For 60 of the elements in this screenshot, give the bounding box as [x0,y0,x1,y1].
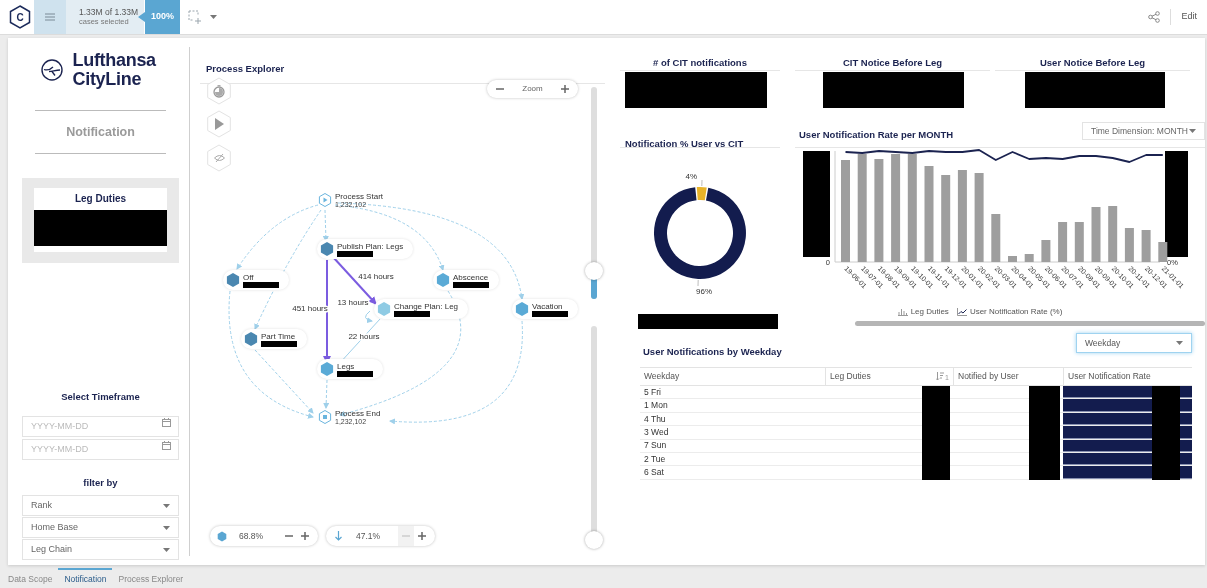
table-cell: 2 Tue [644,452,666,466]
brand-name: Lufthansa CityLine [72,51,157,89]
date-field[interactable]: YYYY-MM-DD [22,415,179,437]
table-cell: 7 Sun [644,439,667,453]
legend-label: Leg Duties [910,306,949,318]
process-node[interactable]: Vacation [512,299,578,319]
control-reading: 68.8% [239,529,264,543]
panel-title: User Notifications by Weekday [643,344,782,359]
table-cell: 3 Wed [644,426,669,439]
kpi-title: User Notice Before Leg [1039,57,1146,68]
node-label: Off [243,272,255,282]
page-heading: Notification [65,124,136,141]
app-logo[interactable]: C [9,5,31,29]
section-title: Select Timeframe [60,390,141,404]
filter-dropdown[interactable]: Rank [22,495,179,516]
column-header[interactable]: Weekday [644,370,680,383]
process-node[interactable]: Change Plan: Leg [374,299,469,319]
node-label: Legs [337,361,356,371]
filter-dropdown[interactable]: Leg Chain [22,539,179,560]
edge-label: 414 hours [358,272,394,281]
kpi-title: # of CIT notifications [653,57,747,68]
node-label: Part Time [261,331,297,341]
node-label: Abscence [453,272,489,282]
selection-count: 1.33M of 1.33M [79,7,140,17]
panel-title: Process Explorer [206,63,285,74]
card-title: Leg Duties [74,192,127,206]
process-node[interactable]: Legs [317,359,383,379]
process-node[interactable]: Abscence [433,270,499,290]
node-label: Process End [335,409,381,418]
table-cell: 5 Fri [644,385,661,399]
control-reading: 47.1% [356,529,381,543]
legend-label: User Notification Rate (%) [969,306,1063,318]
column-header[interactable]: Leg Duties [830,370,871,383]
process-node[interactable]: Part Time [241,329,307,349]
value-label: 4% [685,172,697,181]
table-cell: 6 Sat [644,466,664,479]
node-label: Process Start [335,192,383,201]
section-title: filter by [82,476,119,490]
column-header[interactable]: User Notification Rate [1068,370,1151,383]
grouping-dropdown[interactable]: Weekday [1076,333,1192,353]
panel-title: Notification % User vs CIT [625,138,744,149]
panel-title: User Notification Rate per MONTH [799,127,954,142]
node-label: Vacation [532,301,564,311]
node-label: Change Plan: Leg [394,301,459,311]
edit-button[interactable]: Edit [1171,0,1207,34]
sheet-tab[interactable]: Notification [58,568,113,586]
table-cell: 4 Thu [644,412,666,426]
column-header[interactable]: Notified by User [958,370,1019,383]
date-field[interactable]: YYYY-MM-DD [22,438,179,460]
table-cell: 1 Mon [644,399,668,412]
time-dimension-dropdown[interactable]: Time Dimension: MONTH [1082,122,1205,140]
zoom-label: Zoom [522,83,543,95]
filter-dropdown[interactable]: Home Base [22,517,179,538]
kpi-title: CIT Notice Before Leg [842,57,943,68]
value-label: 96% [696,287,712,296]
process-node[interactable]: Off [223,270,289,290]
edge-label: 22 hours [348,332,380,341]
node-label: Publish Plan: Legs [337,241,404,251]
process-node[interactable]: Publish Plan: Legs [317,239,414,259]
edge-label: 13 hours [337,298,369,307]
